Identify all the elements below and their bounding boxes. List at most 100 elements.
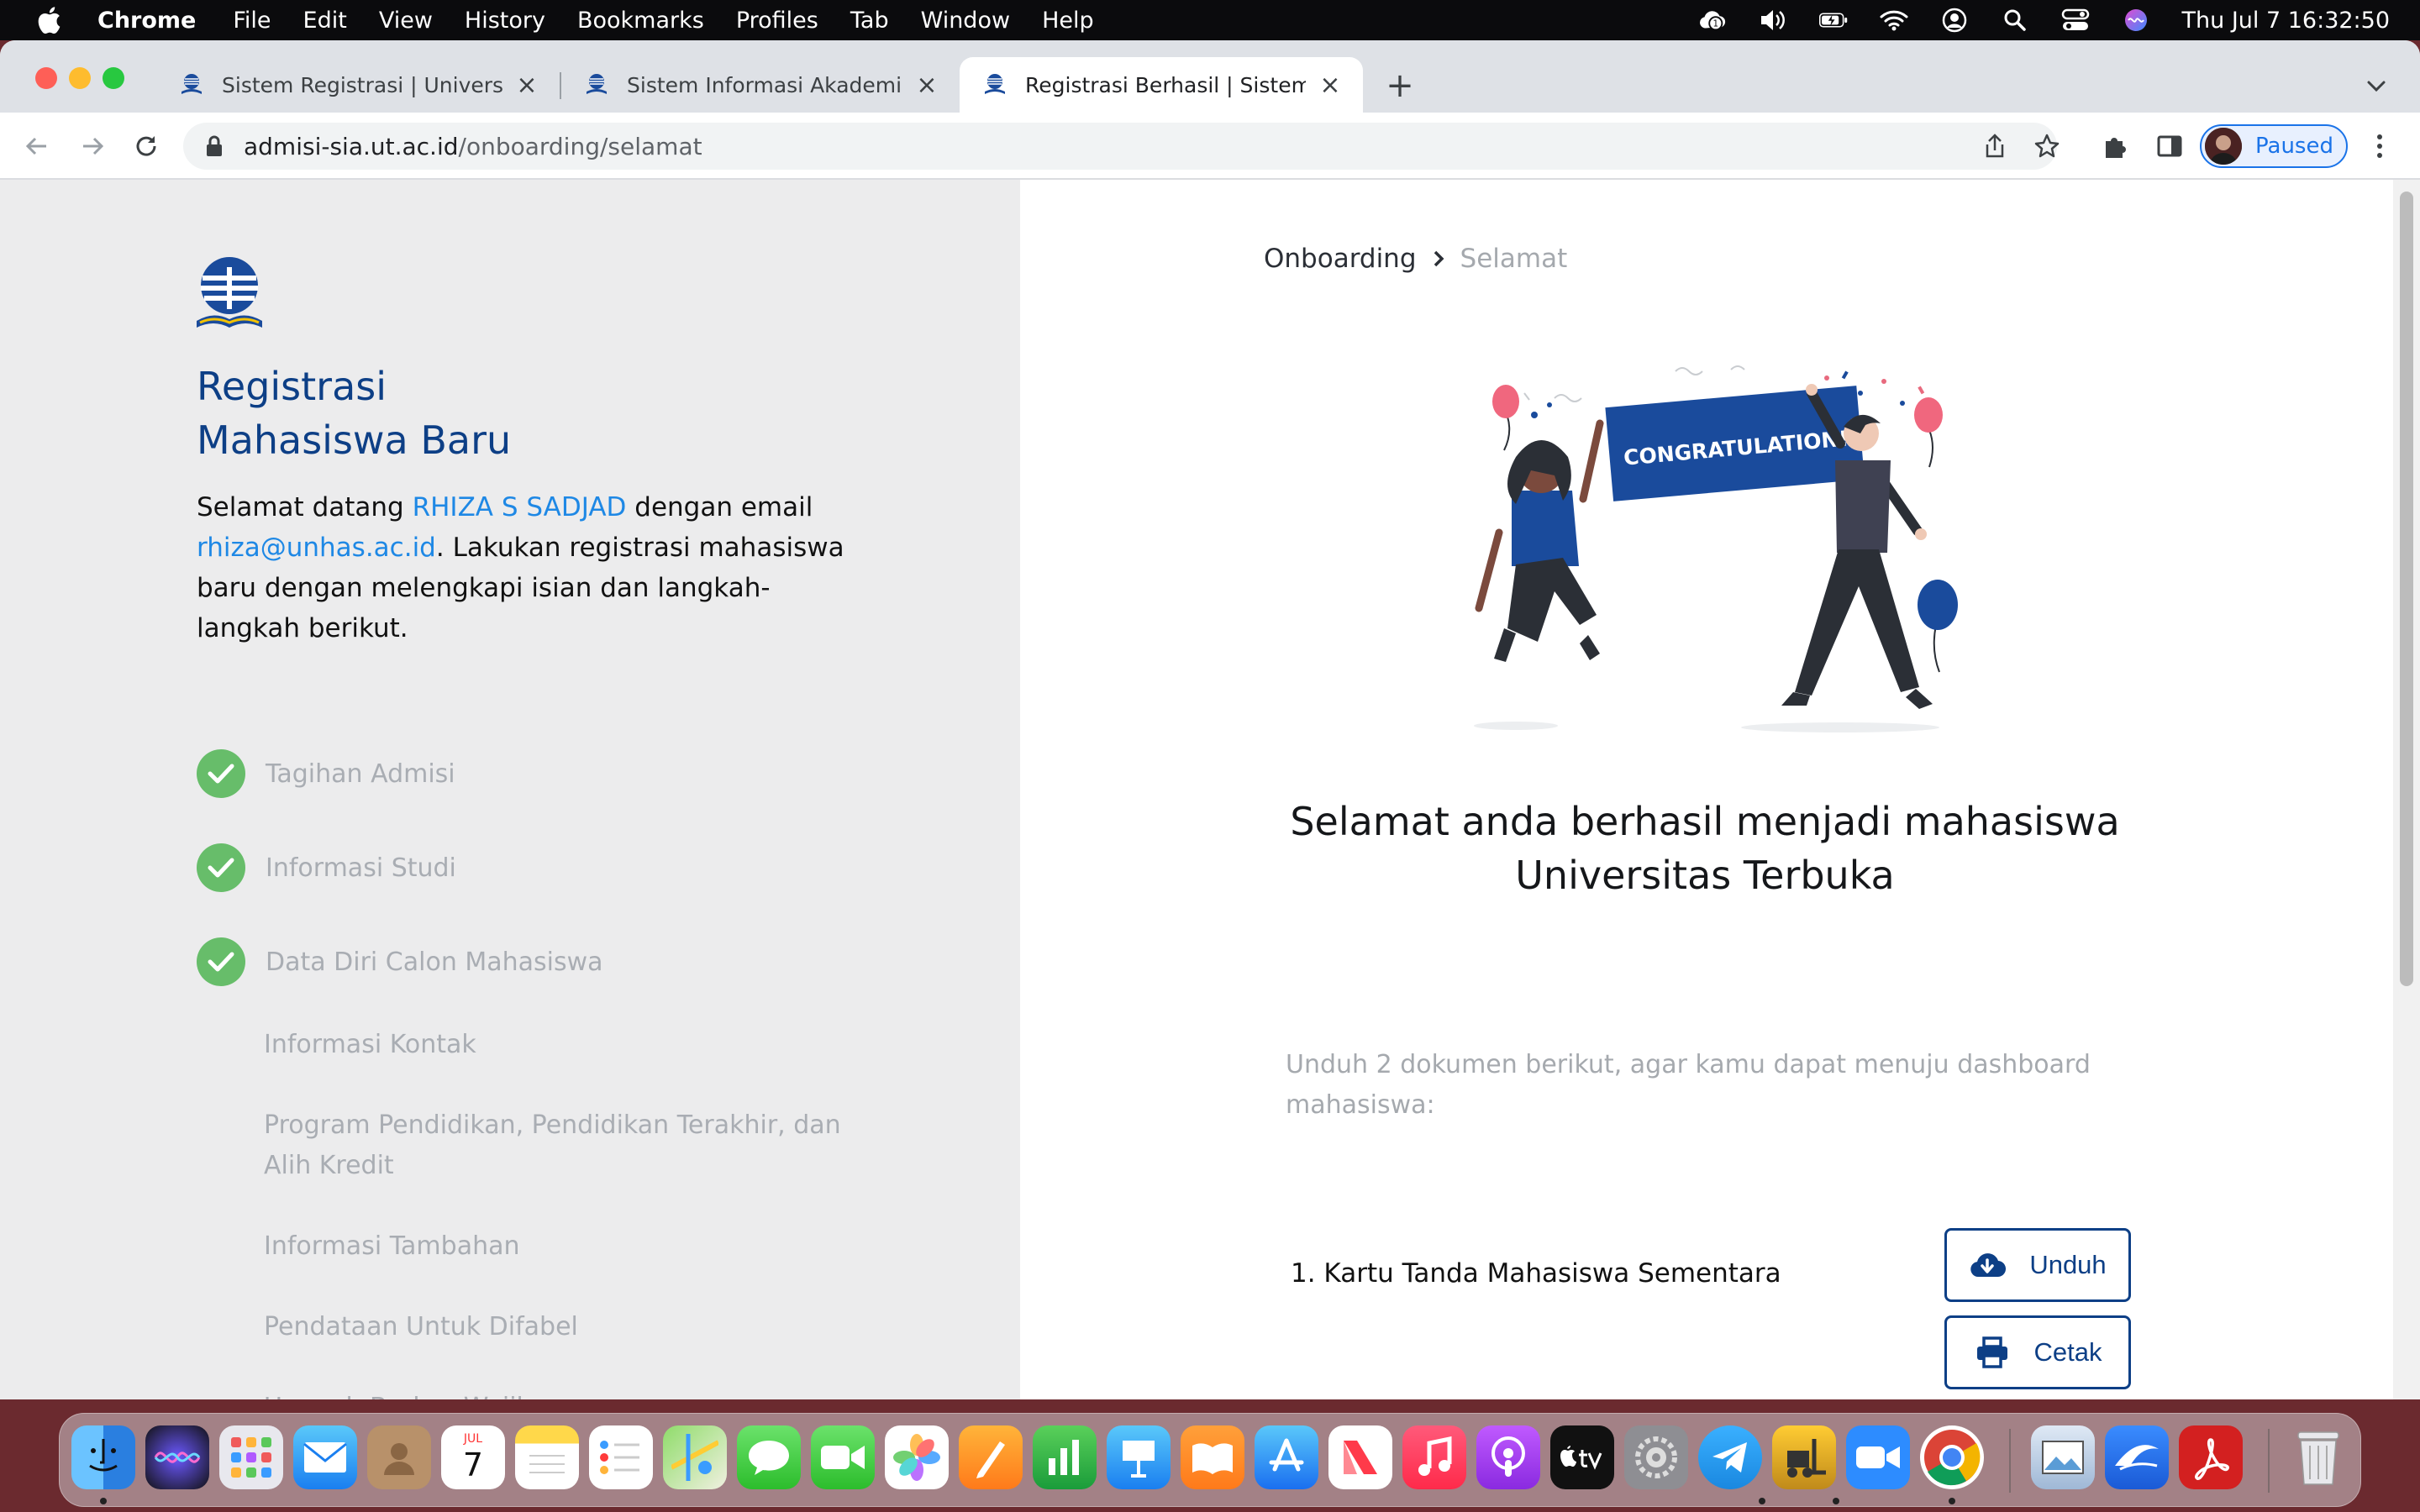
tab-search-chevron-icon[interactable] xyxy=(2363,72,2390,99)
profile-button[interactable]: Paused xyxy=(2200,124,2348,168)
ut-favicon-icon xyxy=(587,74,607,94)
acrobat-icon[interactable] xyxy=(2179,1425,2243,1489)
user-email: rhiza@unhas.ac.id xyxy=(197,533,436,563)
siri-app-icon[interactable] xyxy=(145,1425,209,1489)
contacts-icon[interactable] xyxy=(367,1425,431,1489)
breadcrumb-selamat: Selamat xyxy=(1460,244,1568,274)
welcome-text: Selamat datang RHIZA S SADJAD dengan ema… xyxy=(197,487,852,648)
substep-informasi-kontak[interactable]: Informasi Kontak xyxy=(264,1025,852,1065)
extensions-puzzle-icon[interactable] xyxy=(2101,131,2131,161)
tab-close-icon[interactable]: × xyxy=(914,71,939,100)
wifi-icon[interactable] xyxy=(1880,6,1908,34)
url-text: admisi-sia.ut.ac.id/onboarding/selamat xyxy=(244,133,702,160)
back-button[interactable] xyxy=(20,129,54,163)
siri-icon[interactable] xyxy=(2122,6,2150,34)
step-label: Informasi Studi xyxy=(266,853,456,883)
menu-tab[interactable]: Tab xyxy=(850,8,889,34)
zoom-icon[interactable] xyxy=(1846,1425,1910,1489)
forklift-icon[interactable] xyxy=(1772,1425,1836,1489)
menu-bar-clock[interactable]: Thu Jul 7 16:32:50 xyxy=(2182,8,2390,34)
dock-separator xyxy=(2268,1429,2270,1493)
arrow-left-icon xyxy=(25,137,46,155)
breadcrumb-onboarding[interactable]: Onboarding xyxy=(1264,244,1417,274)
numbers-icon[interactable] xyxy=(1033,1425,1097,1489)
tab-sistem-registrasi[interactable]: Sistem Registrasi | Universitas × xyxy=(156,57,560,113)
menu-bar: Chrome File Edit View History Bookmarks … xyxy=(0,0,2420,40)
menu-history[interactable]: History xyxy=(465,8,545,34)
calendar-day: 7 xyxy=(462,1446,484,1483)
mail-icon[interactable] xyxy=(293,1425,357,1489)
chrome-icon[interactable] xyxy=(1920,1425,1984,1489)
side-panel-icon[interactable] xyxy=(2154,131,2185,161)
substep-pendataan-difabel[interactable]: Pendataan Untuk Difabel xyxy=(264,1307,852,1347)
download-button[interactable]: Unduh xyxy=(1944,1228,2131,1302)
more-options-icon[interactable] xyxy=(2363,129,2396,163)
reload-button[interactable] xyxy=(129,129,163,163)
registration-title: Registrasi Mahasiswa Baru xyxy=(197,360,511,467)
notes-icon[interactable] xyxy=(515,1425,579,1489)
browser-window: Sistem Registrasi | Universitas × Sistem… xyxy=(0,40,2420,1399)
dock-separator xyxy=(2009,1429,2011,1493)
apple-tv-icon[interactable] xyxy=(1550,1425,1614,1489)
sidebar: Registrasi Mahasiswa Baru Selamat datang… xyxy=(0,180,1020,1399)
step-label: Data Diri Calon Mahasiswa xyxy=(266,947,603,977)
menu-bookmarks[interactable]: Bookmarks xyxy=(577,8,704,34)
pages-icon[interactable] xyxy=(959,1425,1023,1489)
menu-view[interactable]: View xyxy=(379,8,433,34)
print-button[interactable]: Cetak xyxy=(1944,1315,2131,1389)
share-icon[interactable] xyxy=(1981,133,2008,160)
menu-file[interactable]: File xyxy=(233,8,271,34)
news-icon[interactable] xyxy=(1328,1425,1392,1489)
maps-icon[interactable] xyxy=(663,1425,727,1489)
lock-icon[interactable] xyxy=(202,134,227,159)
calendar-icon[interactable]: JUL 7 xyxy=(441,1425,505,1489)
tab-close-icon[interactable]: × xyxy=(514,71,539,100)
new-tab-button[interactable]: + xyxy=(1383,66,1417,105)
music-icon[interactable] xyxy=(1402,1425,1466,1489)
preview-icon[interactable] xyxy=(2031,1425,2095,1489)
podcasts-icon[interactable] xyxy=(1476,1425,1540,1489)
profile-status-label: Paused xyxy=(2255,134,2333,159)
control-center-icon[interactable] xyxy=(2061,6,2090,34)
photos-icon[interactable] xyxy=(885,1425,949,1489)
forward-button[interactable] xyxy=(76,129,109,163)
telegram-icon[interactable] xyxy=(1698,1425,1762,1489)
spotlight-search-icon[interactable] xyxy=(2001,6,2029,34)
apple-menu-icon[interactable] xyxy=(34,5,64,35)
substep-informasi-tambahan[interactable]: Informasi Tambahan xyxy=(264,1226,852,1267)
tab-registrasi-berhasil[interactable]: Registrasi Berhasil | Sistem Info × xyxy=(960,57,1363,113)
substep-program-pendidikan[interactable]: Program Pendidikan, Pendidikan Terakhir,… xyxy=(264,1105,852,1186)
menu-profiles[interactable]: Profiles xyxy=(736,8,818,34)
app-store-icon[interactable] xyxy=(1255,1425,1318,1489)
battery-icon[interactable] xyxy=(1818,6,1848,34)
menu-help[interactable]: Help xyxy=(1042,8,1094,34)
facetime-icon[interactable] xyxy=(811,1425,875,1489)
menu-edit[interactable]: Edit xyxy=(303,8,347,34)
tab-sistem-informasi-akademik[interactable]: Sistem Informasi Akademik UT × xyxy=(561,57,960,113)
system-preferences-icon[interactable] xyxy=(1624,1425,1688,1489)
address-bar[interactable]: admisi-sia.ut.ac.id/onboarding/selamat xyxy=(183,123,2060,170)
reminders-icon[interactable] xyxy=(589,1425,653,1489)
launchpad-icon[interactable] xyxy=(219,1425,283,1489)
scrollbar-thumb[interactable] xyxy=(2400,192,2413,986)
finder-icon[interactable] xyxy=(71,1425,135,1489)
window-close-button[interactable] xyxy=(35,67,57,89)
user-account-icon[interactable] xyxy=(1940,6,1969,34)
tab-close-icon[interactable]: × xyxy=(1318,71,1343,100)
bookmark-star-icon[interactable] xyxy=(2033,133,2060,160)
volume-icon[interactable] xyxy=(1759,6,1787,34)
keynote-icon[interactable] xyxy=(1107,1425,1171,1489)
step-data-diri[interactable]: Data Diri Calon Mahasiswa xyxy=(197,937,603,986)
mail-client-icon[interactable] xyxy=(2105,1425,2169,1489)
trash-icon[interactable] xyxy=(2286,1425,2350,1489)
step-informasi-studi[interactable]: Informasi Studi xyxy=(197,843,456,892)
menu-window[interactable]: Window xyxy=(921,8,1010,34)
notification-cloud-icon[interactable]: 1 xyxy=(1698,6,1727,34)
window-minimize-button[interactable] xyxy=(69,67,91,89)
step-tagihan-admisi[interactable]: Tagihan Admisi xyxy=(197,749,455,798)
window-zoom-button[interactable] xyxy=(103,67,124,89)
books-icon[interactable] xyxy=(1181,1425,1244,1489)
menu-app-chrome[interactable]: Chrome xyxy=(97,8,196,34)
messages-icon[interactable] xyxy=(737,1425,801,1489)
substep-unggah-berkas[interactable]: Unggah Berkas Wajib xyxy=(264,1388,852,1399)
